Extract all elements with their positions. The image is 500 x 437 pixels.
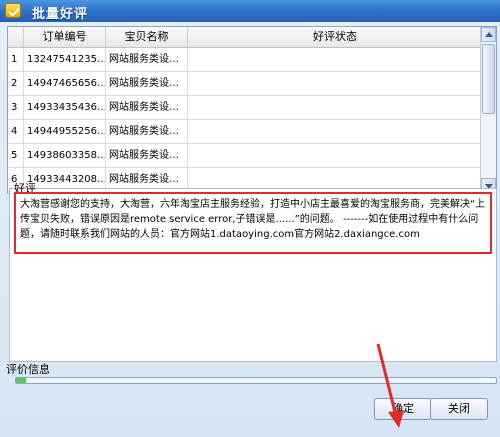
order-id-cell: 14938603358… bbox=[24, 144, 106, 167]
red-arrow-annotation bbox=[376, 343, 404, 428]
order-id-cell: 13247541235… bbox=[24, 48, 106, 71]
review-status-cell bbox=[188, 96, 482, 119]
scroll-thumb[interactable] bbox=[482, 44, 495, 114]
item-name-cell: 网站服务类设… bbox=[106, 120, 188, 143]
table-row[interactable]: 1 13247541235… 网站服务类设… bbox=[8, 48, 482, 72]
progress-fill bbox=[16, 378, 26, 383]
row-index: 3 bbox=[8, 96, 24, 119]
row-index: 4 bbox=[8, 120, 24, 143]
col-header-order-id[interactable]: 订单编号 bbox=[24, 27, 106, 47]
item-name-cell: 网站服务类设… bbox=[106, 144, 188, 167]
order-id-cell: 14933435436… bbox=[24, 96, 106, 119]
row-index: 2 bbox=[8, 72, 24, 95]
evaluation-progress-bar bbox=[15, 377, 497, 384]
row-index: 5 bbox=[8, 144, 24, 167]
review-status-cell bbox=[188, 72, 482, 95]
table-header: 订单编号 宝贝名称 好评状态 bbox=[8, 27, 482, 48]
item-name-cell: 网站服务类设… bbox=[106, 48, 188, 71]
table-row[interactable]: 4 14944955256… 网站服务类设… bbox=[8, 120, 482, 144]
orders-table: 订单编号 宝贝名称 好评状态 1 13247541235… 网站服务类设… 2 … bbox=[7, 26, 497, 194]
table-row[interactable]: 5 14938603358… 网站服务类设… bbox=[8, 144, 482, 168]
col-header-item-name[interactable]: 宝贝名称 bbox=[106, 27, 188, 47]
review-status-cell bbox=[188, 120, 482, 143]
order-id-cell: 14947465656… bbox=[24, 72, 106, 95]
table-scrollbar[interactable] bbox=[480, 27, 496, 193]
review-status-cell bbox=[188, 48, 482, 71]
item-name-cell: 网站服务类设… bbox=[106, 96, 188, 119]
table-row[interactable]: 2 14947465656… 网站服务类设… bbox=[8, 72, 482, 96]
review-text-area[interactable]: 大淘营感谢您的支持，大淘营，六年淘宝店主服务经验，打造中小店主最喜爱的淘宝服务商… bbox=[14, 192, 492, 254]
row-index: 1 bbox=[8, 48, 24, 71]
table-row[interactable]: 3 14933435436… 网站服务类设… bbox=[8, 96, 482, 120]
col-header-index bbox=[8, 27, 24, 47]
evaluation-info-label: 评价信息 bbox=[6, 363, 50, 376]
item-name-cell: 网站服务类设… bbox=[106, 72, 188, 95]
close-button[interactable]: 关闭 bbox=[430, 398, 488, 420]
review-status-cell bbox=[188, 144, 482, 167]
window-title: 批量好评 bbox=[32, 7, 89, 22]
col-header-review-status[interactable]: 好评状态 bbox=[188, 27, 482, 47]
app-icon bbox=[5, 3, 21, 18]
order-id-cell: 14944955256… bbox=[24, 120, 106, 143]
scroll-up-icon[interactable] bbox=[481, 27, 496, 42]
window-body: 订单编号 宝贝名称 好评状态 1 13247541235… 网站服务类设… 2 … bbox=[0, 22, 500, 437]
title-bar: 批量好评 bbox=[0, 0, 500, 23]
